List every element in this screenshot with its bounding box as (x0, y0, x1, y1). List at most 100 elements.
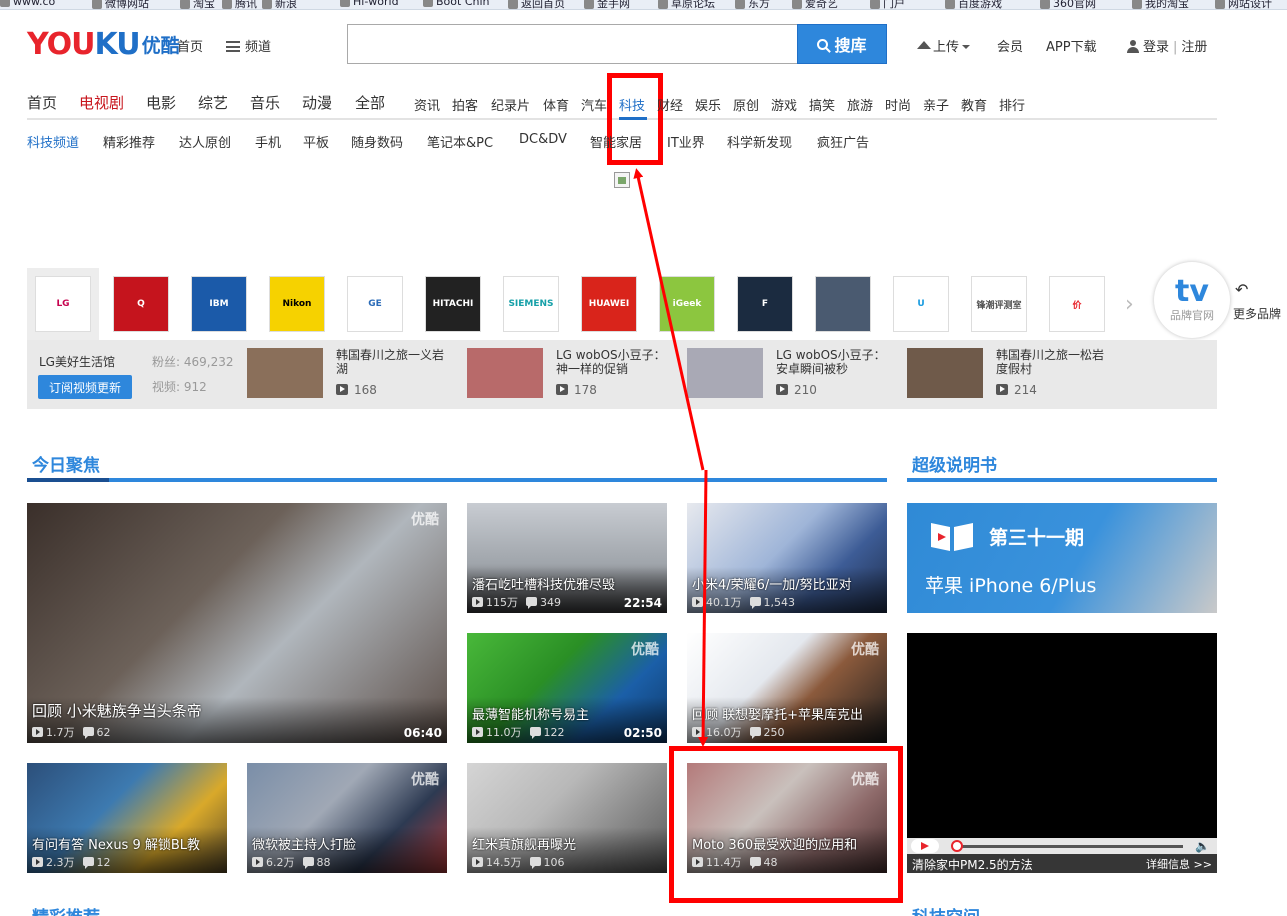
player-detail-link[interactable]: 详细信息 >> (1146, 856, 1212, 872)
brand-logo[interactable]: U (893, 276, 949, 332)
brand-name[interactable]: LG美好生活馆 (39, 353, 115, 370)
brand-video-item[interactable]: LG wobOS小豆子：安卓瞬间被秒 210 (687, 348, 897, 400)
video-tile[interactable]: 红米真旗舰再曝光 14.5万 106 (467, 763, 667, 873)
sub-nav-item[interactable]: 手机 (255, 132, 281, 151)
brand-video-thumb[interactable] (247, 348, 323, 398)
channel-nav-item[interactable]: 排行 (999, 95, 1025, 114)
more-brands-link[interactable]: 更多品牌 (1233, 305, 1287, 322)
channel-nav-item[interactable]: 原创 (733, 95, 759, 114)
main-nav-item[interactable]: 音乐 (250, 92, 280, 113)
sub-nav-item[interactable]: 达人原创 (179, 132, 231, 151)
channel-nav-item[interactable]: 拍客 (452, 95, 478, 114)
video-tile[interactable]: 优酷 微软被主持人打脸 6.2万 88 (247, 763, 447, 873)
sub-nav-item[interactable]: 智能家居 (590, 132, 642, 151)
brand-video-title[interactable]: LG wobOS小豆子：安卓瞬间被秒 (776, 348, 886, 376)
channel-nav-item[interactable]: 体育 (543, 95, 569, 114)
brand-logo[interactable]: IBM (191, 276, 247, 332)
brand-logo[interactable] (815, 276, 871, 332)
sub-nav-item[interactable]: 笔记本&PC (427, 132, 493, 151)
video-title[interactable]: 回顾 联想娶摩托+苹果库克出 (692, 704, 863, 723)
player-caption[interactable]: 清除家中PM2.5的方法 (912, 856, 1033, 873)
manual-feature-tile[interactable]: 第三十一期 苹果 iPhone 6/Plus (907, 503, 1217, 613)
login-link[interactable]: 登录 (1143, 40, 1169, 55)
main-nav-item[interactable]: 动漫 (302, 92, 332, 113)
brand-logo[interactable]: Nikon (269, 276, 325, 332)
bookmark-item[interactable]: 门户 (870, 0, 905, 9)
video-title[interactable]: 有问有答 Nexus 9 解锁BL教 (32, 834, 200, 853)
video-player[interactable] (907, 633, 1217, 873)
video-title[interactable]: 小米4/荣耀6/一加/努比亚对 (692, 574, 852, 593)
video-title[interactable]: 最薄智能机称号易主 (472, 704, 589, 723)
bookmark-item[interactable]: 我的淘宝 (1132, 0, 1189, 9)
bookmark-item[interactable]: Hi-world (340, 0, 399, 8)
channel-nav-item[interactable]: 时尚 (885, 95, 911, 114)
header-home-link[interactable]: 首页 (177, 36, 203, 55)
vip-link[interactable]: 会员 (997, 36, 1023, 55)
brand-logo[interactable]: F (737, 276, 793, 332)
progress-track[interactable] (953, 845, 1183, 848)
video-title[interactable]: 潘石屹吐槽科技优雅尽毁 (472, 574, 615, 593)
bookmark-item[interactable]: 新浪 (262, 0, 297, 9)
bookmark-item[interactable]: 微博网站 (92, 0, 149, 9)
video-title[interactable]: 微软被主持人打脸 (252, 834, 356, 853)
brand-logo[interactable]: HUAWEI (581, 276, 637, 332)
channel-nav-item[interactable]: 资讯 (414, 95, 440, 114)
channel-nav-item[interactable]: 亲子 (923, 95, 949, 114)
progress-knob[interactable] (951, 840, 963, 852)
sub-nav-item[interactable]: 随身数码 (351, 132, 403, 151)
channel-nav-item[interactable]: 纪录片 (491, 95, 530, 114)
channel-nav-item[interactable]: 科技 (619, 95, 645, 114)
speaker-icon[interactable]: 🔈 (1195, 839, 1210, 853)
bookmark-item[interactable]: 草原论坛 (658, 0, 715, 9)
app-download-link[interactable]: APP下载 (1046, 36, 1097, 55)
sub-nav-item[interactable]: 平板 (303, 132, 329, 151)
main-nav-item[interactable]: 首页 (27, 92, 57, 113)
bookmark-item[interactable]: 网站设计 (1215, 0, 1272, 9)
brand-logo[interactable]: SIEMENS (503, 276, 559, 332)
video-tile[interactable]: 有问有答 Nexus 9 解锁BL教 2.3万 12 (27, 763, 227, 873)
brand-logo[interactable]: 锋潮评测室 (971, 276, 1027, 332)
section-title-today-focus[interactable]: 今日聚焦 (32, 451, 100, 476)
main-nav-item[interactable]: 电影 (146, 92, 176, 113)
header-channels-link[interactable]: 频道 (226, 36, 271, 55)
brand-video-item[interactable]: 韩国春川之旅一义岩湖 168 (247, 348, 457, 400)
brand-video-item[interactable]: LG wobOS小豆子：神一样的促销 178 (467, 348, 677, 400)
sub-nav-item[interactable]: 疯狂广告 (817, 132, 869, 151)
play-button[interactable] (911, 839, 939, 853)
chevron-right-icon[interactable]: › (1125, 292, 1134, 317)
channel-nav-item[interactable]: 汽车 (581, 95, 607, 114)
main-nav-item[interactable]: 综艺 (198, 92, 228, 113)
brand-site-logo[interactable]: tv 品牌官网 (1154, 262, 1230, 338)
video-tile[interactable]: 潘石屹吐槽科技优雅尽毁 115万 349 22:54 (467, 503, 667, 613)
register-link[interactable]: 注册 (1181, 40, 1207, 55)
channel-nav-item[interactable]: 教育 (961, 95, 987, 114)
channel-nav-item[interactable]: 财经 (657, 95, 683, 114)
search-input[interactable] (347, 24, 798, 64)
brand-video-item[interactable]: 韩国春川之旅一松岩度假村 214 (907, 348, 1117, 400)
brand-video-title[interactable]: LG wobOS小豆子：神一样的促销 (556, 348, 666, 376)
video-title[interactable]: 红米真旗舰再曝光 (472, 834, 576, 853)
brand-video-thumb[interactable] (907, 348, 983, 398)
sub-nav-item[interactable]: 科学新发现 (727, 132, 792, 151)
brand-logo[interactable]: Q (113, 276, 169, 332)
brand-video-thumb[interactable] (687, 348, 763, 398)
channel-nav-item[interactable]: 游戏 (771, 95, 797, 114)
main-nav-item[interactable]: 电视剧 (79, 92, 124, 113)
channel-nav-item[interactable]: 娱乐 (695, 95, 721, 114)
bookmark-item[interactable]: 东方 (735, 0, 770, 9)
bookmark-item[interactable]: 百度游戏 (945, 0, 1002, 9)
brand-video-title[interactable]: 韩国春川之旅一松岩度假村 (996, 348, 1106, 376)
bookmark-item[interactable]: Boot Chin (423, 0, 490, 8)
bookmark-item[interactable]: 爱奇艺 (792, 0, 838, 9)
subscribe-button[interactable]: 订阅视频更新 (38, 375, 132, 399)
section-title-manual[interactable]: 超级说明书 (912, 451, 997, 476)
bookmark-item[interactable]: 淘宝 (180, 0, 215, 9)
brand-logo[interactable]: 价 (1049, 276, 1105, 332)
channel-nav-item[interactable]: 旅游 (847, 95, 873, 114)
bookmark-item[interactable]: 腾讯 (222, 0, 257, 9)
brand-video-title[interactable]: 韩国春川之旅一义岩湖 (336, 348, 446, 376)
section-title-tech-space[interactable]: 科技空间 (912, 903, 980, 916)
brand-logo[interactable]: LG (35, 276, 91, 332)
sub-nav-item[interactable]: DC&DV (519, 132, 567, 147)
youku-logo[interactable]: YOUKU 优酷 (27, 26, 180, 62)
